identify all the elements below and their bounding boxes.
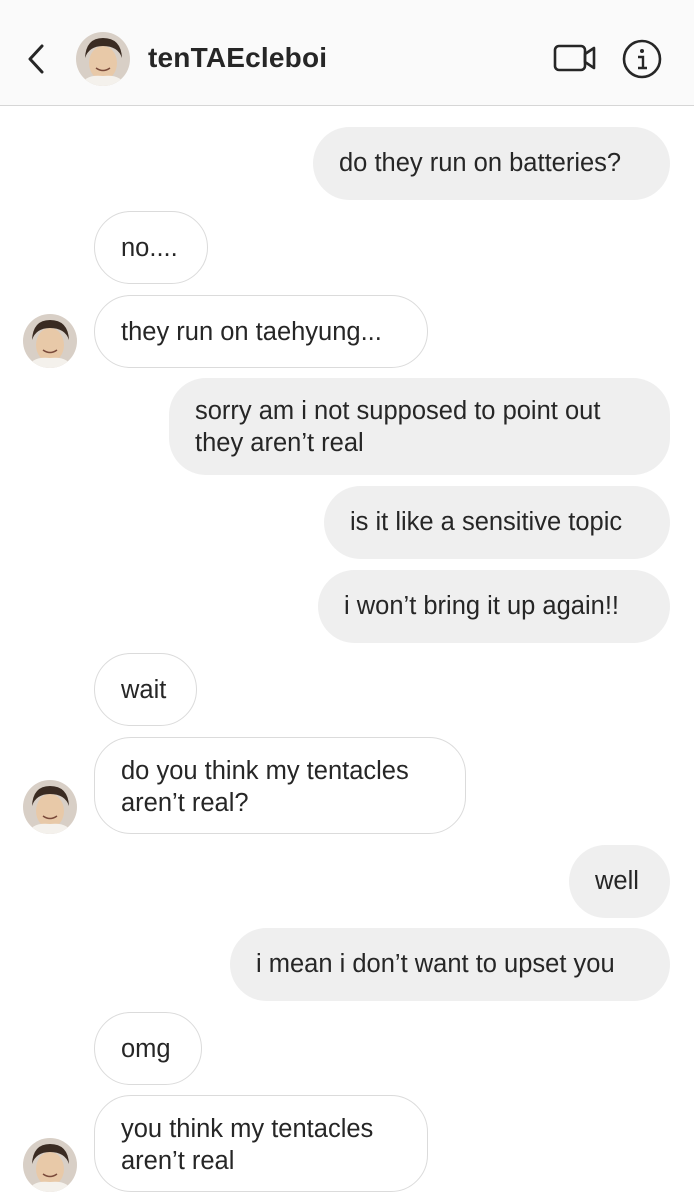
message-text: do you think my tentacles <box>121 757 409 785</box>
message-text: omg <box>121 1035 171 1063</box>
message-text: i won’t bring it up again!! <box>344 592 619 620</box>
message-bubble-sent[interactable]: do they run on batteries? <box>313 127 670 200</box>
message-bubble-received[interactable]: omg <box>94 1012 202 1085</box>
message-text: aren’t real? <box>121 789 249 817</box>
message-text: they run on taehyung... <box>121 318 382 346</box>
message-text: i mean i don’t want to upset you <box>256 950 615 978</box>
message-text: aren’t real <box>121 1147 235 1175</box>
avatar[interactable] <box>23 314 77 368</box>
message-text: no.... <box>121 234 178 262</box>
message-bubble-sent[interactable]: sorry am i not supposed to point out the… <box>169 378 670 475</box>
message-text: they aren’t real <box>195 429 364 457</box>
message-bubble-sent[interactable]: i won’t bring it up again!! <box>318 570 670 643</box>
message-text: wait <box>121 676 167 704</box>
message-text: well <box>595 867 639 895</box>
message-bubble-sent[interactable]: well <box>569 845 670 918</box>
message-bubble-sent[interactable]: i mean i don’t want to upset you <box>230 928 670 1001</box>
chevron-left-icon[interactable] <box>22 38 52 80</box>
message-bubble-received[interactable]: no.... <box>94 211 208 284</box>
video-camera-icon[interactable] <box>552 40 598 76</box>
chat-username[interactable]: tenTAEcleboi <box>148 42 327 74</box>
message-bubble-received[interactable]: they run on taehyung... <box>94 295 428 368</box>
avatar[interactable] <box>76 32 130 86</box>
info-circle-icon[interactable] <box>621 38 663 80</box>
message-bubble-received[interactable]: wait <box>94 653 197 726</box>
avatar[interactable] <box>23 780 77 834</box>
chat-header: tenTAEcleboi <box>0 0 694 106</box>
message-text: do they run on batteries? <box>339 149 622 177</box>
message-bubble-received[interactable]: you think my tentacles aren’t real <box>94 1095 428 1192</box>
message-bubble-sent[interactable]: is it like a sensitive topic <box>324 486 670 559</box>
message-text: sorry am i not supposed to point out <box>195 397 601 425</box>
message-text: you think my tentacles <box>121 1115 374 1143</box>
message-bubble-received[interactable]: do you think my tentacles aren’t real? <box>94 737 466 834</box>
message-text: is it like a sensitive topic <box>350 508 623 536</box>
avatar[interactable] <box>23 1138 77 1192</box>
